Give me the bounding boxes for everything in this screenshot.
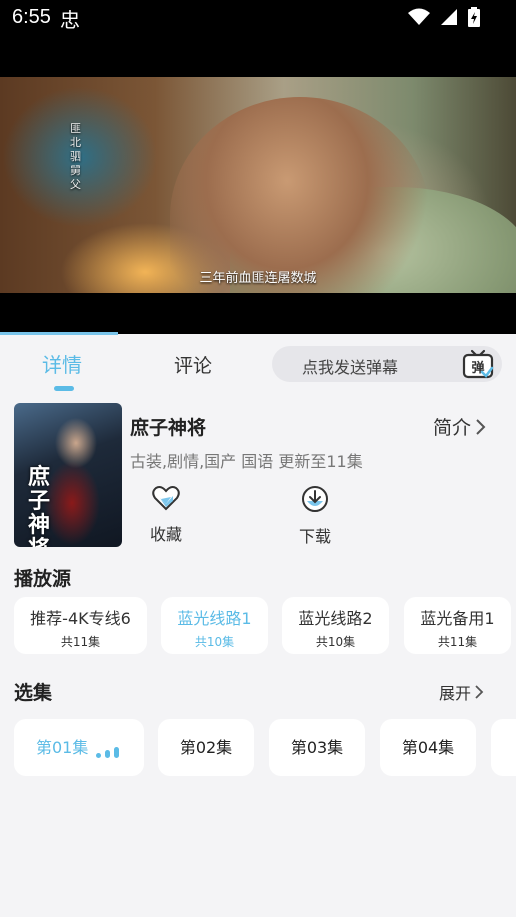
expand-button[interactable]: 展开 <box>439 680 487 704</box>
expand-label: 展开 <box>439 684 472 703</box>
episode-item-partial[interactable] <box>491 719 516 776</box>
sources-list: 推荐-4K专线6 共11集 蓝光线路1 共10集 蓝光线路2 共10集 蓝光备用… <box>14 597 516 655</box>
detail-tabs: 详情 评论 点我发送弹幕 弹 <box>0 335 516 391</box>
heart-icon <box>152 486 180 511</box>
poster-title-art: 庶子神将 <box>28 464 51 547</box>
danmu-input[interactable]: 点我发送弹幕 弹 <box>272 346 502 382</box>
playing-indicator-icon <box>96 747 119 758</box>
video-player[interactable]: 匪北驷舅父 三年前血匪连屠数城 <box>0 77 516 293</box>
episode-label: 第04集 <box>401 738 455 757</box>
battery-icon <box>468 7 480 27</box>
source-item-active[interactable]: 蓝光线路1 共10集 <box>161 597 268 654</box>
episode-label: 第02集 <box>179 738 233 757</box>
intro-button[interactable]: 简介 <box>433 413 489 440</box>
episode-list: 第01集 第02集 第03集 第04集 <box>14 719 516 777</box>
video-scene-figure <box>170 97 430 293</box>
favorite-label: 收藏 <box>149 525 182 544</box>
episodes-title: 选集 <box>14 682 53 704</box>
video-subtitle: 三年前血匪连屠数城 <box>199 271 317 286</box>
source-name: 蓝光线路2 <box>298 609 373 628</box>
status-time: 6:55 <box>12 6 51 28</box>
chevron-right-icon <box>476 418 486 435</box>
sources-title: 播放源 <box>14 568 72 590</box>
download-button[interactable]: 下载 <box>285 485 345 547</box>
source-item[interactable]: 蓝光备用1 共11集 <box>404 597 511 654</box>
status-icons <box>408 7 480 27</box>
show-meta: 古装,剧情,国产 国语 更新至11集 <box>130 452 363 471</box>
video-top-letterbox <box>0 36 516 77</box>
show-title: 庶子神将 <box>130 417 207 439</box>
episode-label: 第03集 <box>290 738 344 757</box>
source-count: 共11集 <box>60 635 101 649</box>
source-count: 共10集 <box>194 635 235 649</box>
tab-indicator <box>54 386 74 391</box>
notification-icon: 忠 <box>60 8 80 32</box>
source-name: 蓝光线路1 <box>177 609 252 628</box>
chevron-right-icon <box>475 685 484 699</box>
source-name: 蓝光备用1 <box>420 609 495 628</box>
episode-item[interactable]: 第02集 <box>158 719 254 776</box>
episode-item-active[interactable]: 第01集 <box>14 719 144 776</box>
source-count: 共11集 <box>437 635 478 649</box>
danmu-placeholder: 点我发送弹幕 <box>302 358 399 377</box>
tab-detail[interactable]: 详情 <box>42 349 82 378</box>
video-vertical-caption: 匪北驷舅父 <box>70 122 81 191</box>
source-count: 共10集 <box>315 635 356 649</box>
signal-icon <box>441 9 457 25</box>
video-bottom-letterbox <box>0 293 516 334</box>
show-poster[interactable]: 庶子神将 <box>14 403 122 547</box>
download-label: 下载 <box>298 527 331 546</box>
episode-label: 第01集 <box>36 738 89 757</box>
tab-comment[interactable]: 评论 <box>174 351 212 378</box>
episode-item[interactable]: 第03集 <box>269 719 365 776</box>
show-info: 庶子神将 庶子神将 简介 古装,剧情,国产 国语 更新至11集 收藏 下载 <box>0 403 516 553</box>
wifi-icon <box>408 8 430 25</box>
source-name: 推荐-4K专线6 <box>30 609 131 628</box>
source-item[interactable]: 蓝光线路2 共10集 <box>282 597 389 654</box>
status-bar: 6:55 忠 <box>0 0 516 36</box>
favorite-button[interactable]: 收藏 <box>136 485 196 545</box>
danmu-toggle-icon[interactable]: 弹 <box>462 348 494 380</box>
episode-item[interactable]: 第04集 <box>380 719 476 776</box>
source-item[interactable]: 推荐-4K专线6 共11集 <box>14 597 147 654</box>
intro-label: 简介 <box>433 417 472 439</box>
download-icon <box>302 486 328 512</box>
